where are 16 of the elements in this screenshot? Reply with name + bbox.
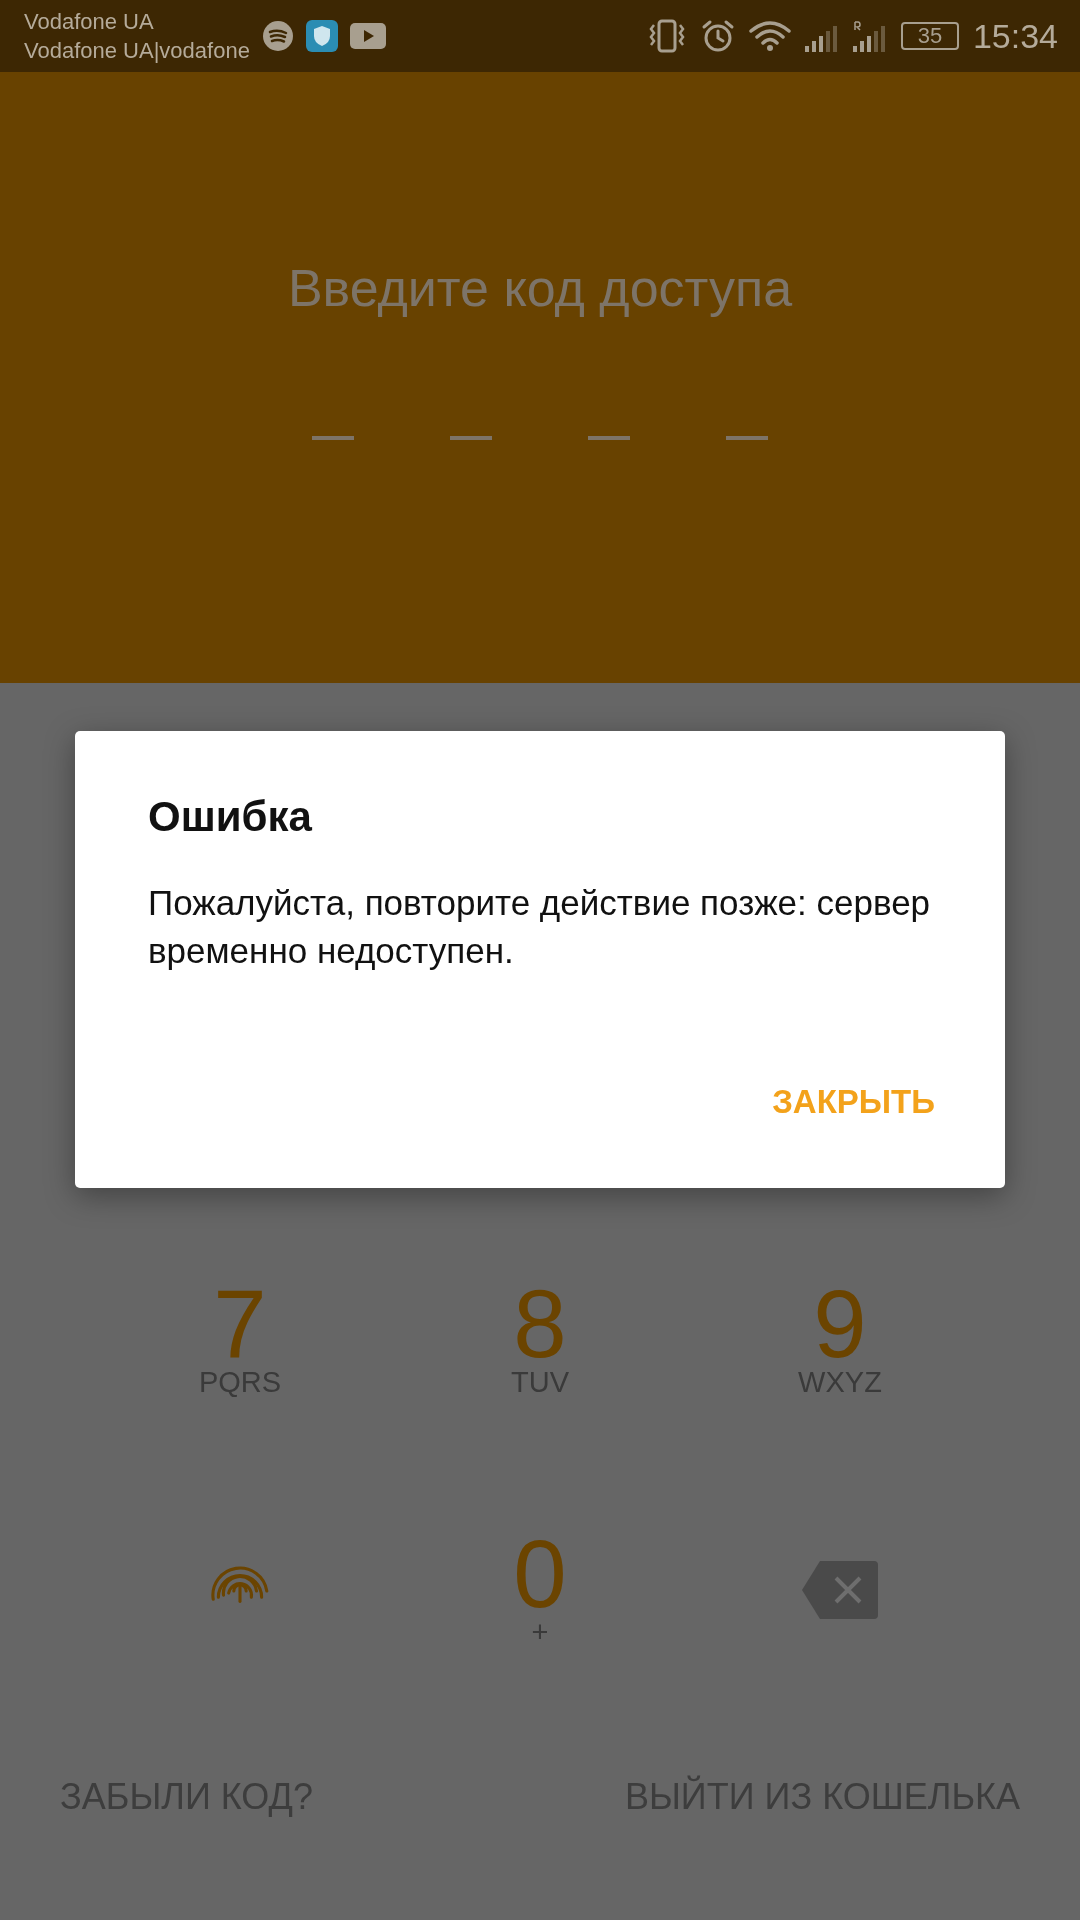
signal-icon bbox=[852, 20, 887, 52]
video-app-icon bbox=[349, 23, 386, 49]
alarm-icon bbox=[700, 19, 735, 53]
wifi-icon bbox=[748, 19, 791, 53]
backspace-icon bbox=[802, 1561, 878, 1619]
carrier-name: Vodafone UA|vodafone bbox=[24, 37, 250, 65]
prompt-title: Введите код доступа bbox=[287, 258, 793, 318]
dialog-title: Ошибка bbox=[148, 793, 313, 841]
carrier-name: Vodafone UA bbox=[24, 8, 155, 36]
shield-app-icon bbox=[305, 20, 338, 52]
music-app-icon bbox=[261, 20, 294, 52]
battery-level: 35 bbox=[917, 23, 943, 49]
keypad-key[interactable]: 0 + bbox=[513, 1532, 567, 1648]
close-button[interactable]: ЗАКРЫТЬ bbox=[772, 1083, 935, 1121]
clock: 15:34 bbox=[972, 16, 1058, 56]
dialog-message: Пожалуйста, повторите действие позже: сервер временно недоступен. bbox=[148, 882, 932, 972]
